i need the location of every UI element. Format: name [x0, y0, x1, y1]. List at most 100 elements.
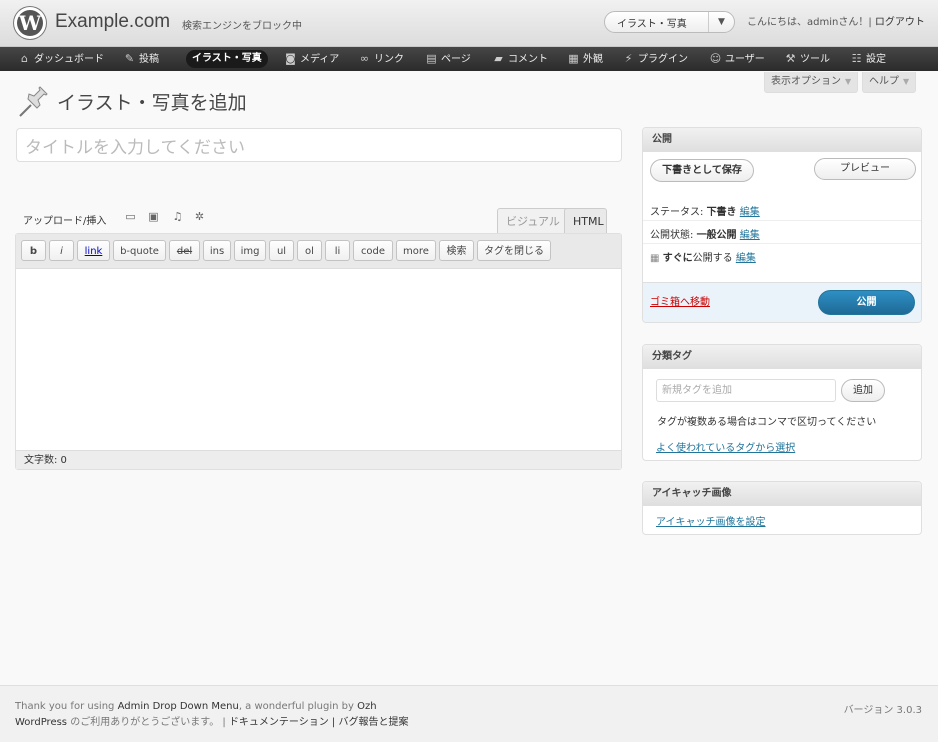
home-icon: ⌂ — [21, 52, 28, 65]
menu-item-tools[interactable]: ⚒ ツール — [784, 47, 830, 71]
schedule-suffix: 公開する — [692, 253, 733, 264]
qt-lookup-button[interactable]: 検索 — [439, 240, 474, 261]
tags-box: 分類タグ 新規タグを追加 追加 タグが複数ある場合はコンマで区切ってください よ… — [642, 344, 922, 461]
pushpin-icon-svg — [19, 86, 48, 117]
documentation-link[interactable]: ドキュメンテーション — [229, 717, 329, 728]
menu-item-pages[interactable]: ▤ ページ — [425, 47, 471, 71]
qt-li-button[interactable]: li — [325, 240, 350, 261]
qt-link-button[interactable]: link — [77, 240, 110, 261]
feedback-link[interactable]: バグ報告と提案 — [338, 717, 408, 728]
chevron-down-icon[interactable]: ▼ — [708, 12, 734, 32]
site-header: W Example.com 検索エンジンをブロック中 イラスト・写真 ▼ こんに… — [0, 0, 938, 47]
quicktags-toolbar: b i link b-quote del ins img ul ol li co… — [16, 234, 621, 269]
publish-actions: ゴミ箱へ移動 公開 — [643, 282, 921, 322]
qt-bold-button[interactable]: b — [21, 240, 46, 261]
credit-prefix: Thank you for using — [15, 701, 118, 712]
wp-thanks: のご利用ありがとうございます。 | — [67, 717, 229, 728]
new-tag-input[interactable]: 新規タグを追加 — [656, 379, 836, 402]
qt-ins-button[interactable]: ins — [203, 240, 231, 261]
footer: Thank you for using Admin Drop Down Menu… — [0, 685, 938, 742]
add-media-icon[interactable]: ✲ — [193, 210, 206, 223]
link-icon: ∞ — [359, 52, 370, 65]
qt-ul-button[interactable]: ul — [269, 240, 294, 261]
wordpress-logo-icon[interactable]: W — [14, 7, 46, 39]
tab-html[interactable]: HTML — [564, 208, 607, 233]
add-tag-button[interactable]: 追加 — [841, 379, 885, 402]
post-title-input[interactable]: タイトルを入力してください — [16, 128, 622, 162]
menu-label: メディア — [300, 54, 340, 65]
favorite-actions-label[interactable]: イラスト・写真 — [617, 15, 687, 30]
qt-italic-button[interactable]: i — [49, 240, 74, 261]
add-audio-icon[interactable]: ♫ — [171, 210, 184, 223]
menu-label: リンク — [374, 54, 404, 65]
plugin-credit: Thank you for using Admin Drop Down Menu… — [15, 701, 377, 712]
users-icon: ☺ — [709, 52, 722, 65]
divider — [643, 220, 921, 221]
qt-code-button[interactable]: code — [353, 240, 393, 261]
appearance-icon: ▦ — [568, 52, 579, 65]
help-label: ヘルプ — [869, 76, 899, 87]
menu-label: コメント — [508, 54, 548, 65]
menu-label: 投稿 — [139, 54, 159, 65]
version-text: バージョン 3.0.3 — [843, 705, 922, 716]
menu-item-illustrations[interactable]: イラスト・写真 — [186, 50, 268, 68]
add-video-icon[interactable]: ▣ — [147, 210, 160, 223]
menu-item-settings[interactable]: ☷ 設定 — [850, 47, 886, 71]
qt-ol-button[interactable]: ol — [297, 240, 322, 261]
tags-box-title[interactable]: 分類タグ — [643, 345, 921, 369]
tab-visual[interactable]: ビジュアル — [497, 208, 569, 233]
chevron-down-icon: ▼ — [903, 77, 910, 86]
menu-item-appearance[interactable]: ▦ 外観 — [567, 47, 603, 71]
wordpress-link[interactable]: WordPress — [15, 717, 67, 728]
edit-status-link[interactable]: 編集 — [740, 207, 760, 218]
menu-label: プラグイン — [638, 54, 688, 65]
menu-item-comments[interactable]: ▰ コメント — [492, 47, 548, 71]
publish-button[interactable]: 公開 — [818, 290, 915, 315]
featured-image-box: アイキャッチ画像 アイキャッチ画像を設定 — [642, 481, 922, 535]
page-title: イラスト・写真を追加 — [57, 93, 247, 114]
qt-more-button[interactable]: more — [396, 240, 436, 261]
help-button[interactable]: ヘルプ ▼ — [862, 72, 917, 93]
publish-box: 公開 下書きとして保存 プレビュー ステータス: 下書き 編集 公開状態: 一般… — [642, 127, 922, 323]
logout-link[interactable]: ログアウト — [875, 17, 925, 28]
edit-visibility-link[interactable]: 編集 — [740, 230, 760, 241]
menu-item-links[interactable]: ∞ リンク — [358, 47, 404, 71]
status-value: 下書き — [706, 207, 737, 218]
word-count: 文字数: 0 — [16, 450, 621, 469]
set-featured-image-link[interactable]: アイキャッチ画像を設定 — [656, 513, 766, 528]
post-status-row: ステータス: 下書き 編集 — [650, 203, 760, 218]
site-privacy-status: 検索エンジンをブロック中 — [182, 21, 302, 32]
author-link[interactable]: Ozh — [357, 701, 376, 712]
move-to-trash-link[interactable]: ゴミ箱へ移動 — [650, 293, 710, 308]
popular-tags-link[interactable]: よく使われているタグから選択 — [656, 439, 795, 454]
menu-item-users[interactable]: ☺ ユーザー — [709, 47, 765, 71]
plugin-link[interactable]: Admin Drop Down Menu — [118, 701, 239, 712]
edit-schedule-link[interactable]: 編集 — [736, 253, 756, 264]
user-greeting: こんにちは、adminさん！| ログアウト — [747, 13, 925, 28]
tags-hint: タグが複数ある場合はコンマで区切ってください — [657, 417, 877, 428]
screen-options-button[interactable]: 表示オプション ▼ — [764, 72, 859, 93]
save-draft-button[interactable]: 下書きとして保存 — [650, 159, 754, 182]
menu-item-plugins[interactable]: ⚡ プラグイン — [622, 47, 688, 71]
page-icon: ▤ — [426, 52, 437, 65]
credit-mid: , a wonderful plugin by — [238, 701, 358, 712]
qt-del-button[interactable]: del — [169, 240, 200, 261]
site-title[interactable]: Example.com — [55, 11, 170, 33]
content-editor[interactable]: b i link b-quote del ins img ul ol li co… — [15, 233, 622, 470]
menu-item-posts[interactable]: ✎ 投稿 — [123, 47, 159, 71]
settings-icon: ☷ — [851, 52, 862, 65]
menu-item-dashboard[interactable]: ⌂ ダッシュボード — [18, 47, 104, 71]
add-image-icon[interactable]: ▭ — [124, 210, 137, 223]
preview-button[interactable]: プレビュー — [814, 158, 916, 180]
favorite-actions-dropdown[interactable]: イラスト・写真 ▼ — [604, 11, 735, 33]
schedule-row: ▦ すぐに公開する 編集 — [650, 249, 756, 264]
admin-menu-bar: ⌂ ダッシュボード ✎ 投稿 イラスト・写真 ◙ メディア ∞ リンク ▤ ページ ▰ コメ… — [0, 47, 938, 71]
qt-img-button[interactable]: img — [234, 240, 266, 261]
schedule-value: すぐに — [662, 253, 693, 264]
menu-item-media[interactable]: ◙ メディア — [284, 47, 339, 71]
qt-close-tags-button[interactable]: タグを閉じる — [477, 240, 551, 261]
screen-options-label: 表示オプション — [771, 76, 841, 87]
featured-image-title[interactable]: アイキャッチ画像 — [643, 482, 921, 506]
qt-blockquote-button[interactable]: b-quote — [113, 240, 166, 261]
publish-box-title[interactable]: 公開 — [643, 128, 921, 152]
